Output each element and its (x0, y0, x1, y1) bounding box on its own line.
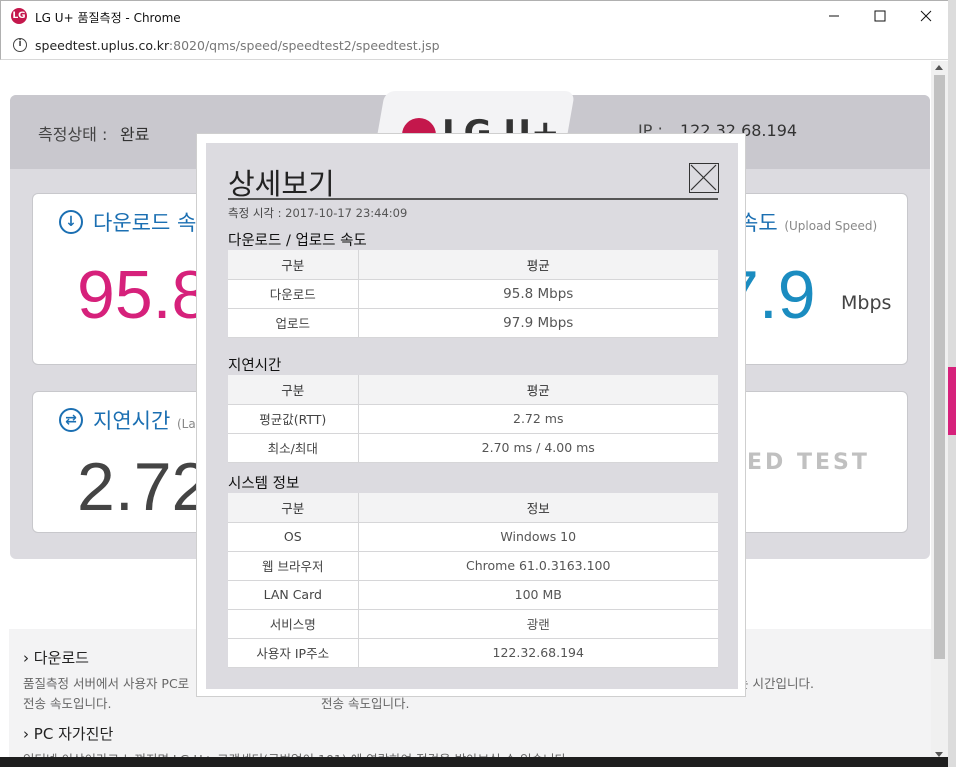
info-download-head-text: 다운로드 (33, 649, 89, 667)
modal-close-button[interactable] (689, 163, 719, 193)
table-row: LAN Card 100 MB (228, 580, 718, 610)
system-table: 구분 정보 OS Windows 10 웹 브라우저 Chrome 61.0.3… (228, 493, 718, 668)
download-title: 다운로드 속 (93, 211, 197, 235)
info-icon[interactable]: i (13, 38, 27, 52)
info-right-text: 는 시간입니다. (737, 676, 814, 691)
info-download-text-2: 전송 속도입니다. (23, 696, 112, 711)
measure-time-value: : 2017-10-17 23:44:09 (273, 206, 408, 220)
system-section-head: 시스템 정보 (228, 476, 300, 492)
row-label: 웹 브라우저 (228, 551, 359, 581)
window-titlebar: LG LG U+ 품질측정 - Chrome (0, 0, 948, 32)
maximize-button[interactable] (857, 1, 903, 31)
row-label: OS (228, 522, 359, 552)
latency-title-text: 지연시간 (93, 409, 171, 433)
upload-subtitle: (Upload Speed) (784, 219, 878, 233)
status-value: 완료 (120, 125, 150, 144)
speed-table: 구분 평균 다운로드 95.8 Mbps 업로드 97.9 Mbps (228, 250, 718, 338)
upload-unit: Mbps (841, 292, 892, 314)
page-scrollbar[interactable] (931, 61, 948, 761)
modal-title: 상세보기 (228, 167, 335, 201)
latency-table: 구분 평균 평균값(RTT) 2.72 ms 최소/최대 2.70 ms / 4… (228, 375, 718, 463)
url-host: speedtest.uplus.co.kr (35, 38, 169, 53)
status-label: 측정상태 : (38, 125, 108, 144)
table-row: OS Windows 10 (228, 522, 718, 552)
background-pink-tab (948, 367, 956, 435)
table-row: 다운로드 95.8 Mbps (228, 279, 718, 309)
table-row: 평균값(RTT) 2.72 ms (228, 404, 718, 434)
detail-modal-body: 상세보기 측정 시각 : 2017-10-17 23:44:09 다운로드 / … (206, 143, 738, 689)
measure-time: 측정 시각 : 2017-10-17 23:44:09 (228, 205, 407, 221)
lg-logo-icon: LG (11, 8, 27, 24)
address-bar[interactable]: i speedtest.uplus.co.kr:8020/qms/speed/s… (0, 32, 948, 60)
upload-title: 속도 (Upload Speed) (739, 207, 877, 237)
row-value: 광랜 (358, 609, 718, 639)
modal-title-rule (228, 198, 718, 200)
measure-time-label: 측정 시각 (228, 206, 274, 220)
minimize-icon (829, 15, 839, 17)
table-header-cell: 구분 (228, 375, 359, 405)
url-path: :8020/qms/speed/speedtest2/speedtest.jsp (168, 38, 440, 53)
row-label: 사용자 IP주소 (228, 638, 359, 668)
table-header-row: 구분 평균 (228, 375, 718, 405)
latency-section-head: 지연시간 (228, 358, 282, 374)
speed-section-head: 다운로드 / 업로드 속도 (228, 233, 367, 249)
close-icon (920, 10, 932, 22)
table-header-cell: 평균 (358, 375, 718, 405)
table-row: 최소/최대 2.70 ms / 4.00 ms (228, 433, 718, 463)
table-row: 웹 브라우저 Chrome 61.0.3163.100 (228, 551, 718, 581)
row-label: 최소/최대 (228, 433, 359, 463)
background-window-edge (948, 0, 956, 767)
info-download-text-1: 품질측정 서버에서 사용자 PC로 (23, 676, 190, 691)
table-header-row: 구분 평균 (228, 250, 718, 280)
latency-refresh-icon: ⇄ (59, 408, 83, 432)
taskbar-strip (0, 757, 948, 767)
row-label: LAN Card (228, 580, 359, 610)
info-download-head: › 다운로드 (23, 649, 89, 667)
close-x-icon (690, 164, 717, 191)
table-row: 사용자 IP주소 122.32.68.194 (228, 638, 718, 668)
table-row: 서비스명 광랜 (228, 609, 718, 639)
table-header-cell: 평균 (358, 250, 718, 280)
table-row: 업로드 97.9 Mbps (228, 308, 718, 338)
row-value: Windows 10 (358, 522, 718, 552)
row-label: 평균값(RTT) (228, 404, 359, 434)
info-pc-head: › PC 자가진단 (23, 725, 114, 743)
table-header-row: 구분 정보 (228, 493, 718, 523)
table-header-cell: 정보 (358, 493, 718, 523)
latency-subtitle: (La (176, 417, 196, 431)
download-speed-value: 95.8 Mbps (358, 279, 718, 309)
download-value: 95.8 (77, 257, 210, 333)
row-label: 업로드 (228, 308, 359, 338)
close-window-button[interactable] (903, 1, 949, 31)
detail-modal: 상세보기 측정 시각 : 2017-10-17 23:44:09 다운로드 / … (196, 133, 746, 697)
row-label: 서비스명 (228, 609, 359, 639)
url-text[interactable]: speedtest.uplus.co.kr:8020/qms/speed/spe… (35, 38, 440, 53)
latency-title: 지연시간 (La (93, 405, 196, 435)
table-header-cell: 구분 (228, 250, 359, 280)
maximize-icon (874, 10, 886, 22)
row-value: 122.32.68.194 (358, 638, 718, 668)
info-pc-head-text: PC 자가진단 (33, 725, 114, 743)
scroll-up-icon[interactable] (935, 65, 943, 70)
table-header-cell: 구분 (228, 493, 359, 523)
row-value: 100 MB (358, 580, 718, 610)
latency-value: 2.72 (77, 449, 210, 525)
window-title: LG U+ 품질측정 - Chrome (35, 11, 181, 25)
minimize-button[interactable] (811, 1, 857, 31)
download-arrow-icon: ↓ (59, 210, 83, 234)
row-value: Chrome 61.0.3163.100 (358, 551, 718, 581)
row-value: 2.70 ms / 4.00 ms (358, 433, 718, 463)
row-label: 다운로드 (228, 279, 359, 309)
scroll-thumb[interactable] (934, 75, 945, 659)
speedtest-logo: ED TEST (747, 450, 870, 475)
upload-speed-value: 97.9 Mbps (358, 308, 718, 338)
row-value: 2.72 ms (358, 404, 718, 434)
